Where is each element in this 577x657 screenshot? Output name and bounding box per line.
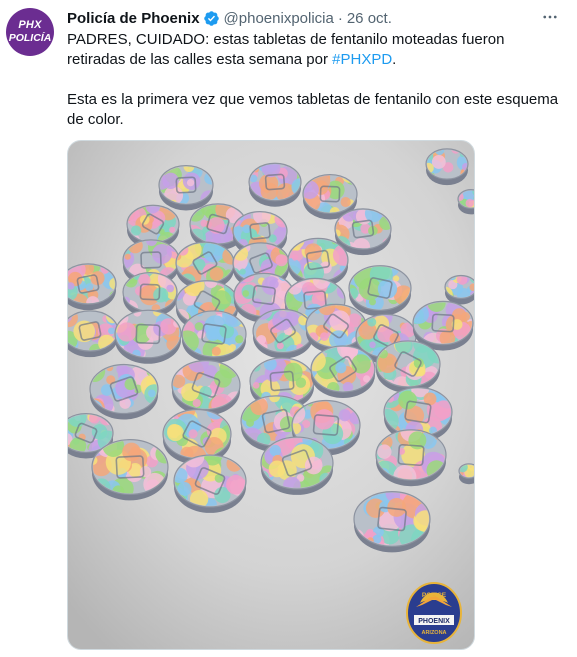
author-name[interactable]: Policía de Phoenix — [67, 10, 200, 27]
hashtag-link[interactable]: #PHXPD — [332, 51, 392, 68]
badge-top-text: POLICE — [422, 592, 447, 599]
fentanyl-pills-photo: POLICE PHOENIX ARIZONA — [68, 141, 474, 649]
tweet-date[interactable]: 26 oct. — [347, 10, 392, 27]
tweet-paragraph-1: PADRES, CUIDADO: estas tabletas de fenta… — [67, 30, 565, 70]
avatar[interactable]: PHX POLICÍA — [6, 8, 54, 56]
badge-middle-text: PHOENIX — [418, 618, 450, 625]
tweet-card[interactable]: PHX POLICÍA Policía de Phoenix @phoenixp… — [0, 0, 577, 657]
badge-bottom-text: ARIZONA — [421, 630, 446, 636]
tweet-paragraph-2: Esta es la primera vez que vemos tableta… — [67, 91, 559, 128]
avatar-text-line2: POLICÍA — [8, 32, 52, 45]
tweet-text-1: PADRES, CUIDADO: estas tabletas de fenta… — [67, 31, 505, 68]
verified-badge-icon — [203, 10, 220, 27]
tweet-photo[interactable]: POLICE PHOENIX ARIZONA — [67, 140, 475, 650]
avatar-text-line1: PHX — [18, 19, 42, 32]
author-handle[interactable]: @phoenixpolicia — [224, 10, 334, 27]
separator-dot: · — [337, 9, 343, 27]
police-badge-icon: POLICE PHOENIX ARIZONA — [406, 582, 462, 644]
tweet-header: Policía de Phoenix @phoenixpolicia · 26 … — [67, 8, 392, 28]
tweet-text-1-end: . — [392, 51, 397, 68]
tweet-text: PADRES, CUIDADO: estas tabletas de fenta… — [67, 30, 565, 130]
more-icon[interactable] — [537, 6, 563, 28]
